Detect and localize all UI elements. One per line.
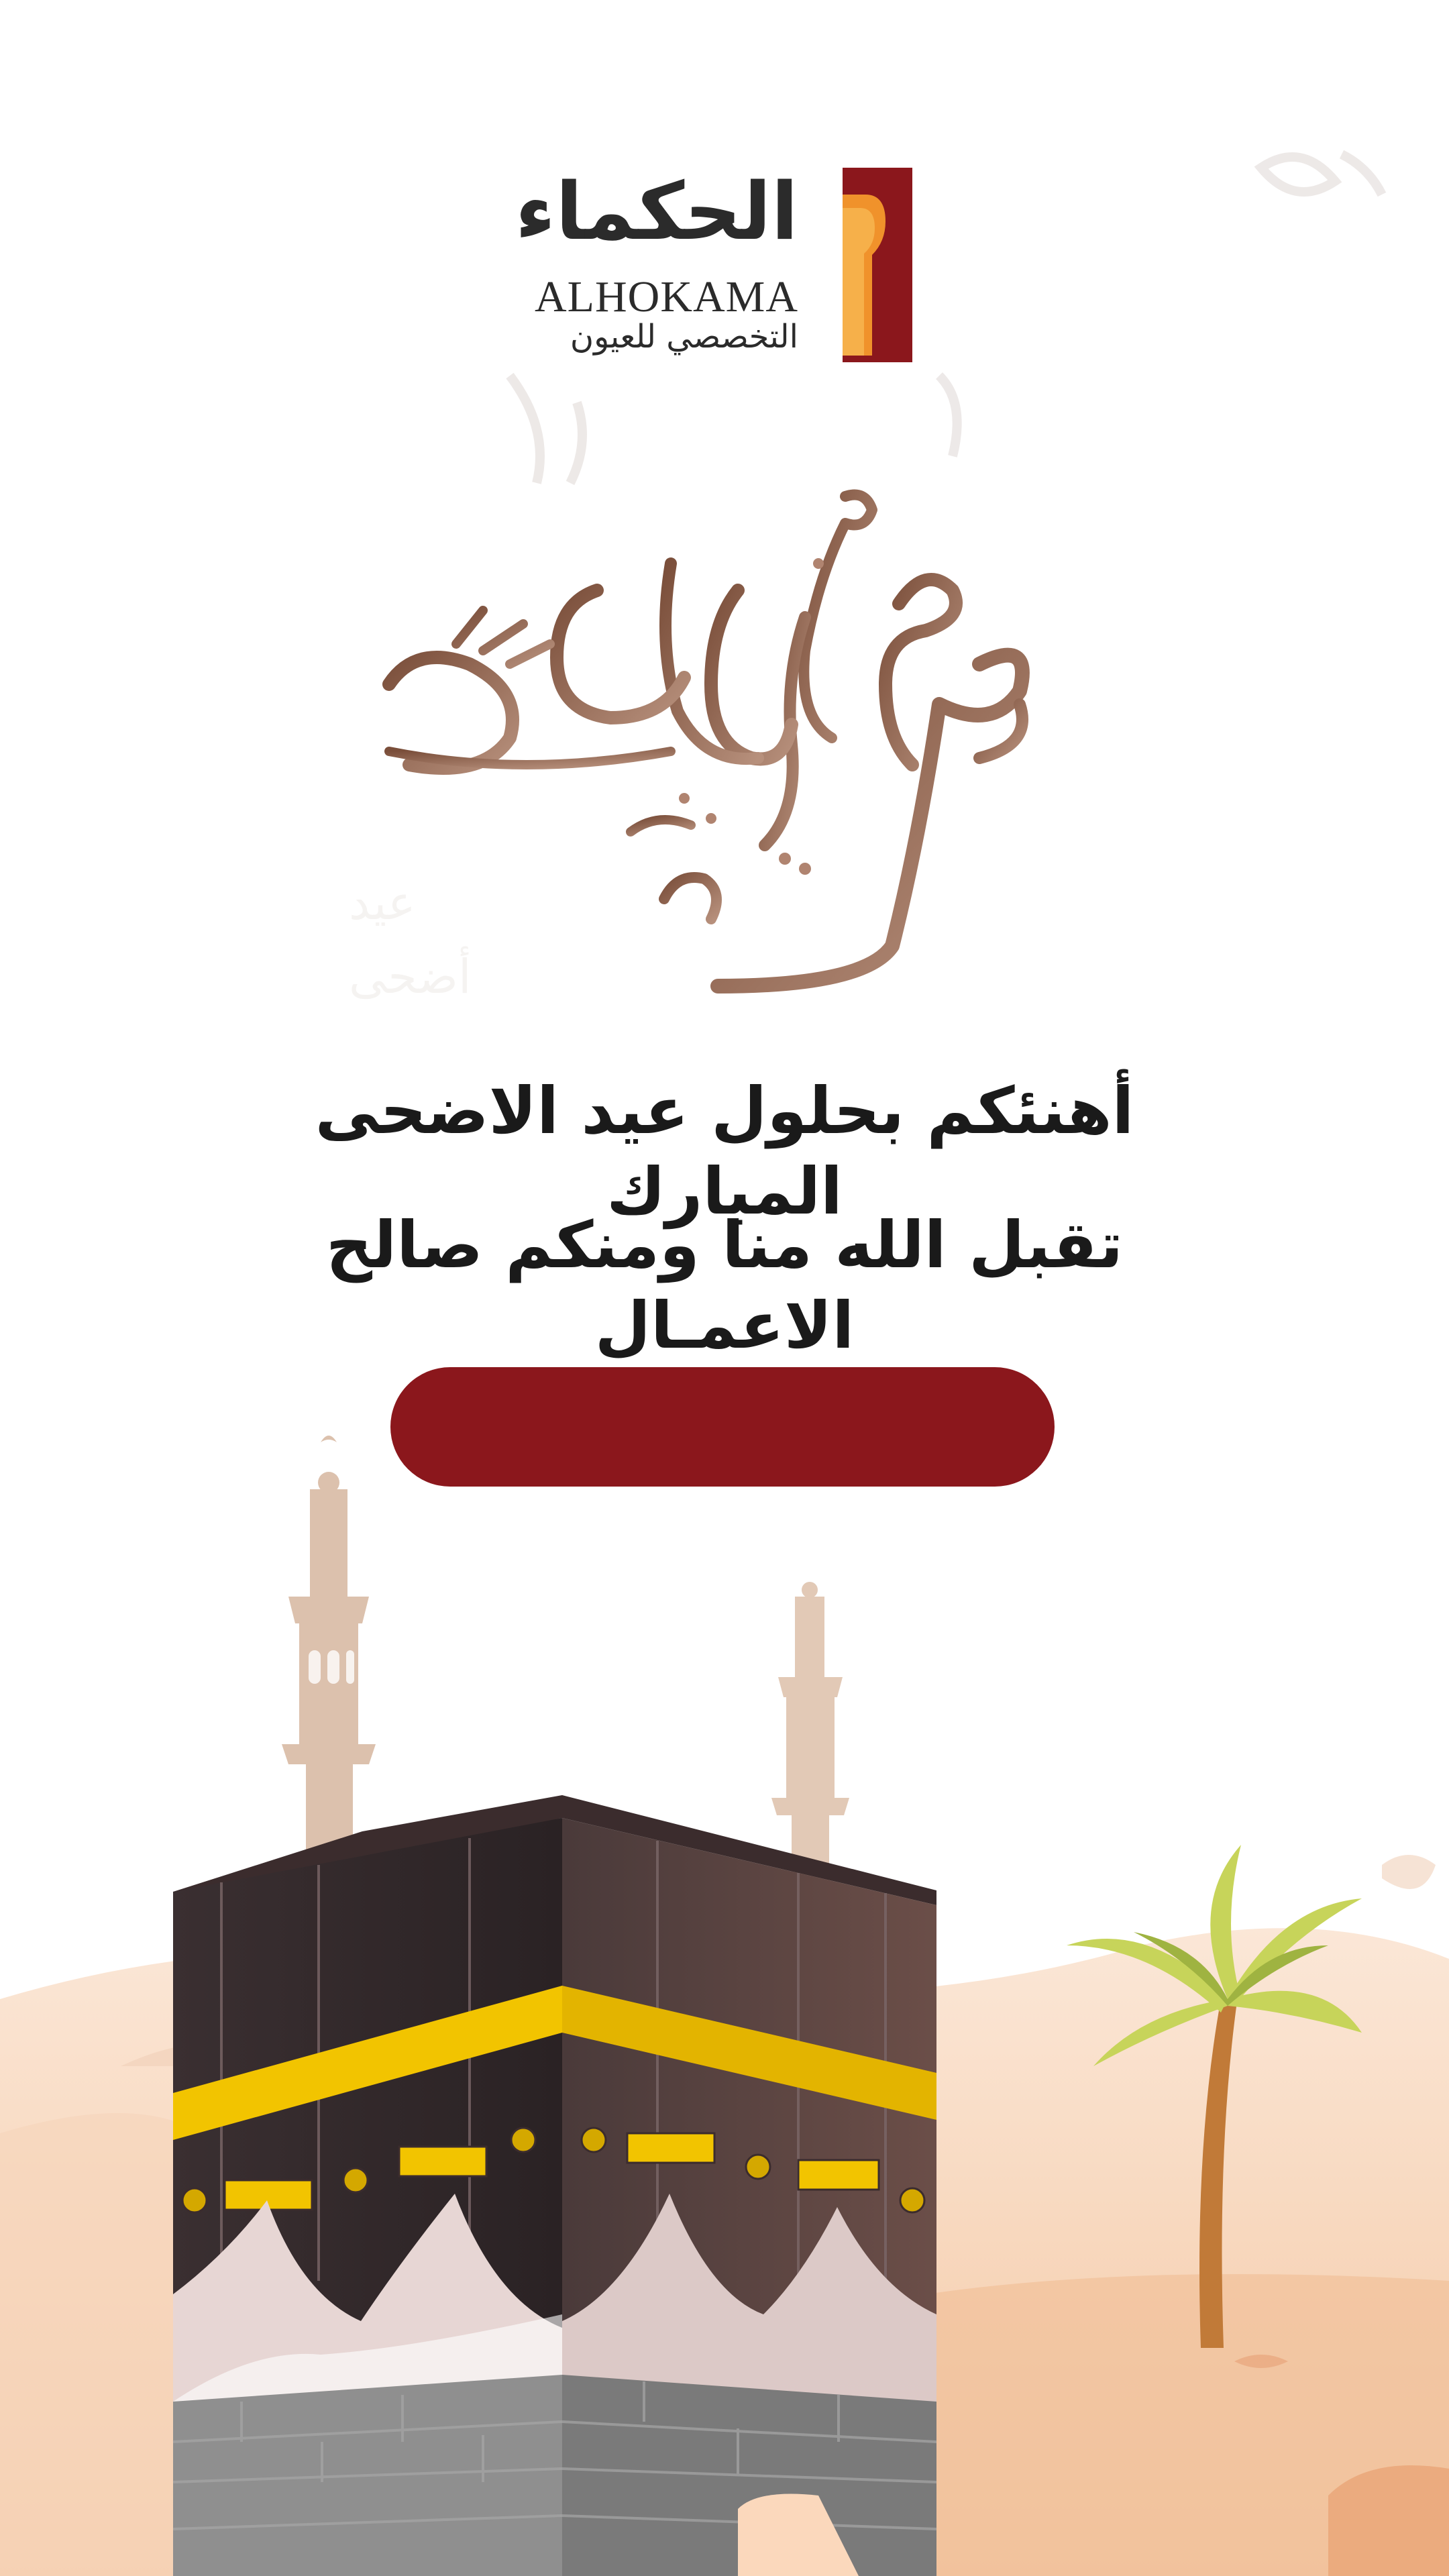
kaaba-icon	[172, 1795, 937, 2576]
logo-latin-name: ALHOKAMA	[535, 272, 798, 321]
kaaba-illustration	[0, 1436, 1449, 2576]
logo-arabic-name: الحكماء	[515, 165, 798, 258]
alhokama-logo[interactable]: الحكماء ALHOKAMA التخصصي للعيون	[515, 161, 912, 362]
logo-keyhole-icon	[843, 168, 912, 362]
eid-greeting-card: عيد أضحى الحكماء ALHOKAMA التخصصي للعيون	[0, 0, 1449, 2576]
eid-calligraphy-icon	[382, 489, 1030, 994]
logo-tagline: التخصصي للعيون	[570, 318, 798, 356]
greeting-line-2: تقبل الله منا ومنكم صالح الاعمـال	[325, 1208, 1124, 1363]
